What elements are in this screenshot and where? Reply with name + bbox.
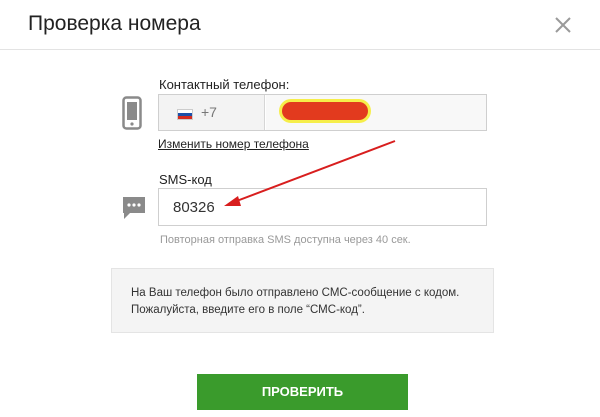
info-box: На Ваш телефон было отправлено СМС-сообщ…	[111, 268, 494, 333]
sms-code-value: 80326	[173, 199, 215, 216]
dialog-header: Проверка номера	[0, 0, 600, 50]
resend-note: Повторная отправка SMS доступна через 40…	[160, 234, 411, 246]
phone-field: +7	[158, 94, 487, 131]
chat-bubble-icon	[123, 197, 145, 219]
phone-label: Контактный телефон:	[159, 77, 290, 92]
country-selector[interactable]: +7	[159, 95, 265, 130]
close-icon[interactable]	[552, 14, 574, 36]
phone-number-input[interactable]	[266, 95, 486, 130]
dial-code: +7	[201, 104, 217, 120]
change-number-link[interactable]: Изменить номер телефона	[158, 137, 309, 151]
dialog-title: Проверка номера	[28, 12, 201, 35]
sms-code-input[interactable]: 80326	[158, 188, 487, 226]
redaction-scribble	[282, 102, 368, 120]
info-text: На Ваш телефон было отправлено СМС-сообщ…	[131, 287, 460, 316]
sms-label: SMS-код	[159, 172, 212, 187]
verify-button[interactable]: ПРОВЕРИТЬ	[197, 374, 408, 410]
russia-flag-icon	[177, 109, 193, 120]
mobile-phone-icon	[122, 96, 142, 130]
